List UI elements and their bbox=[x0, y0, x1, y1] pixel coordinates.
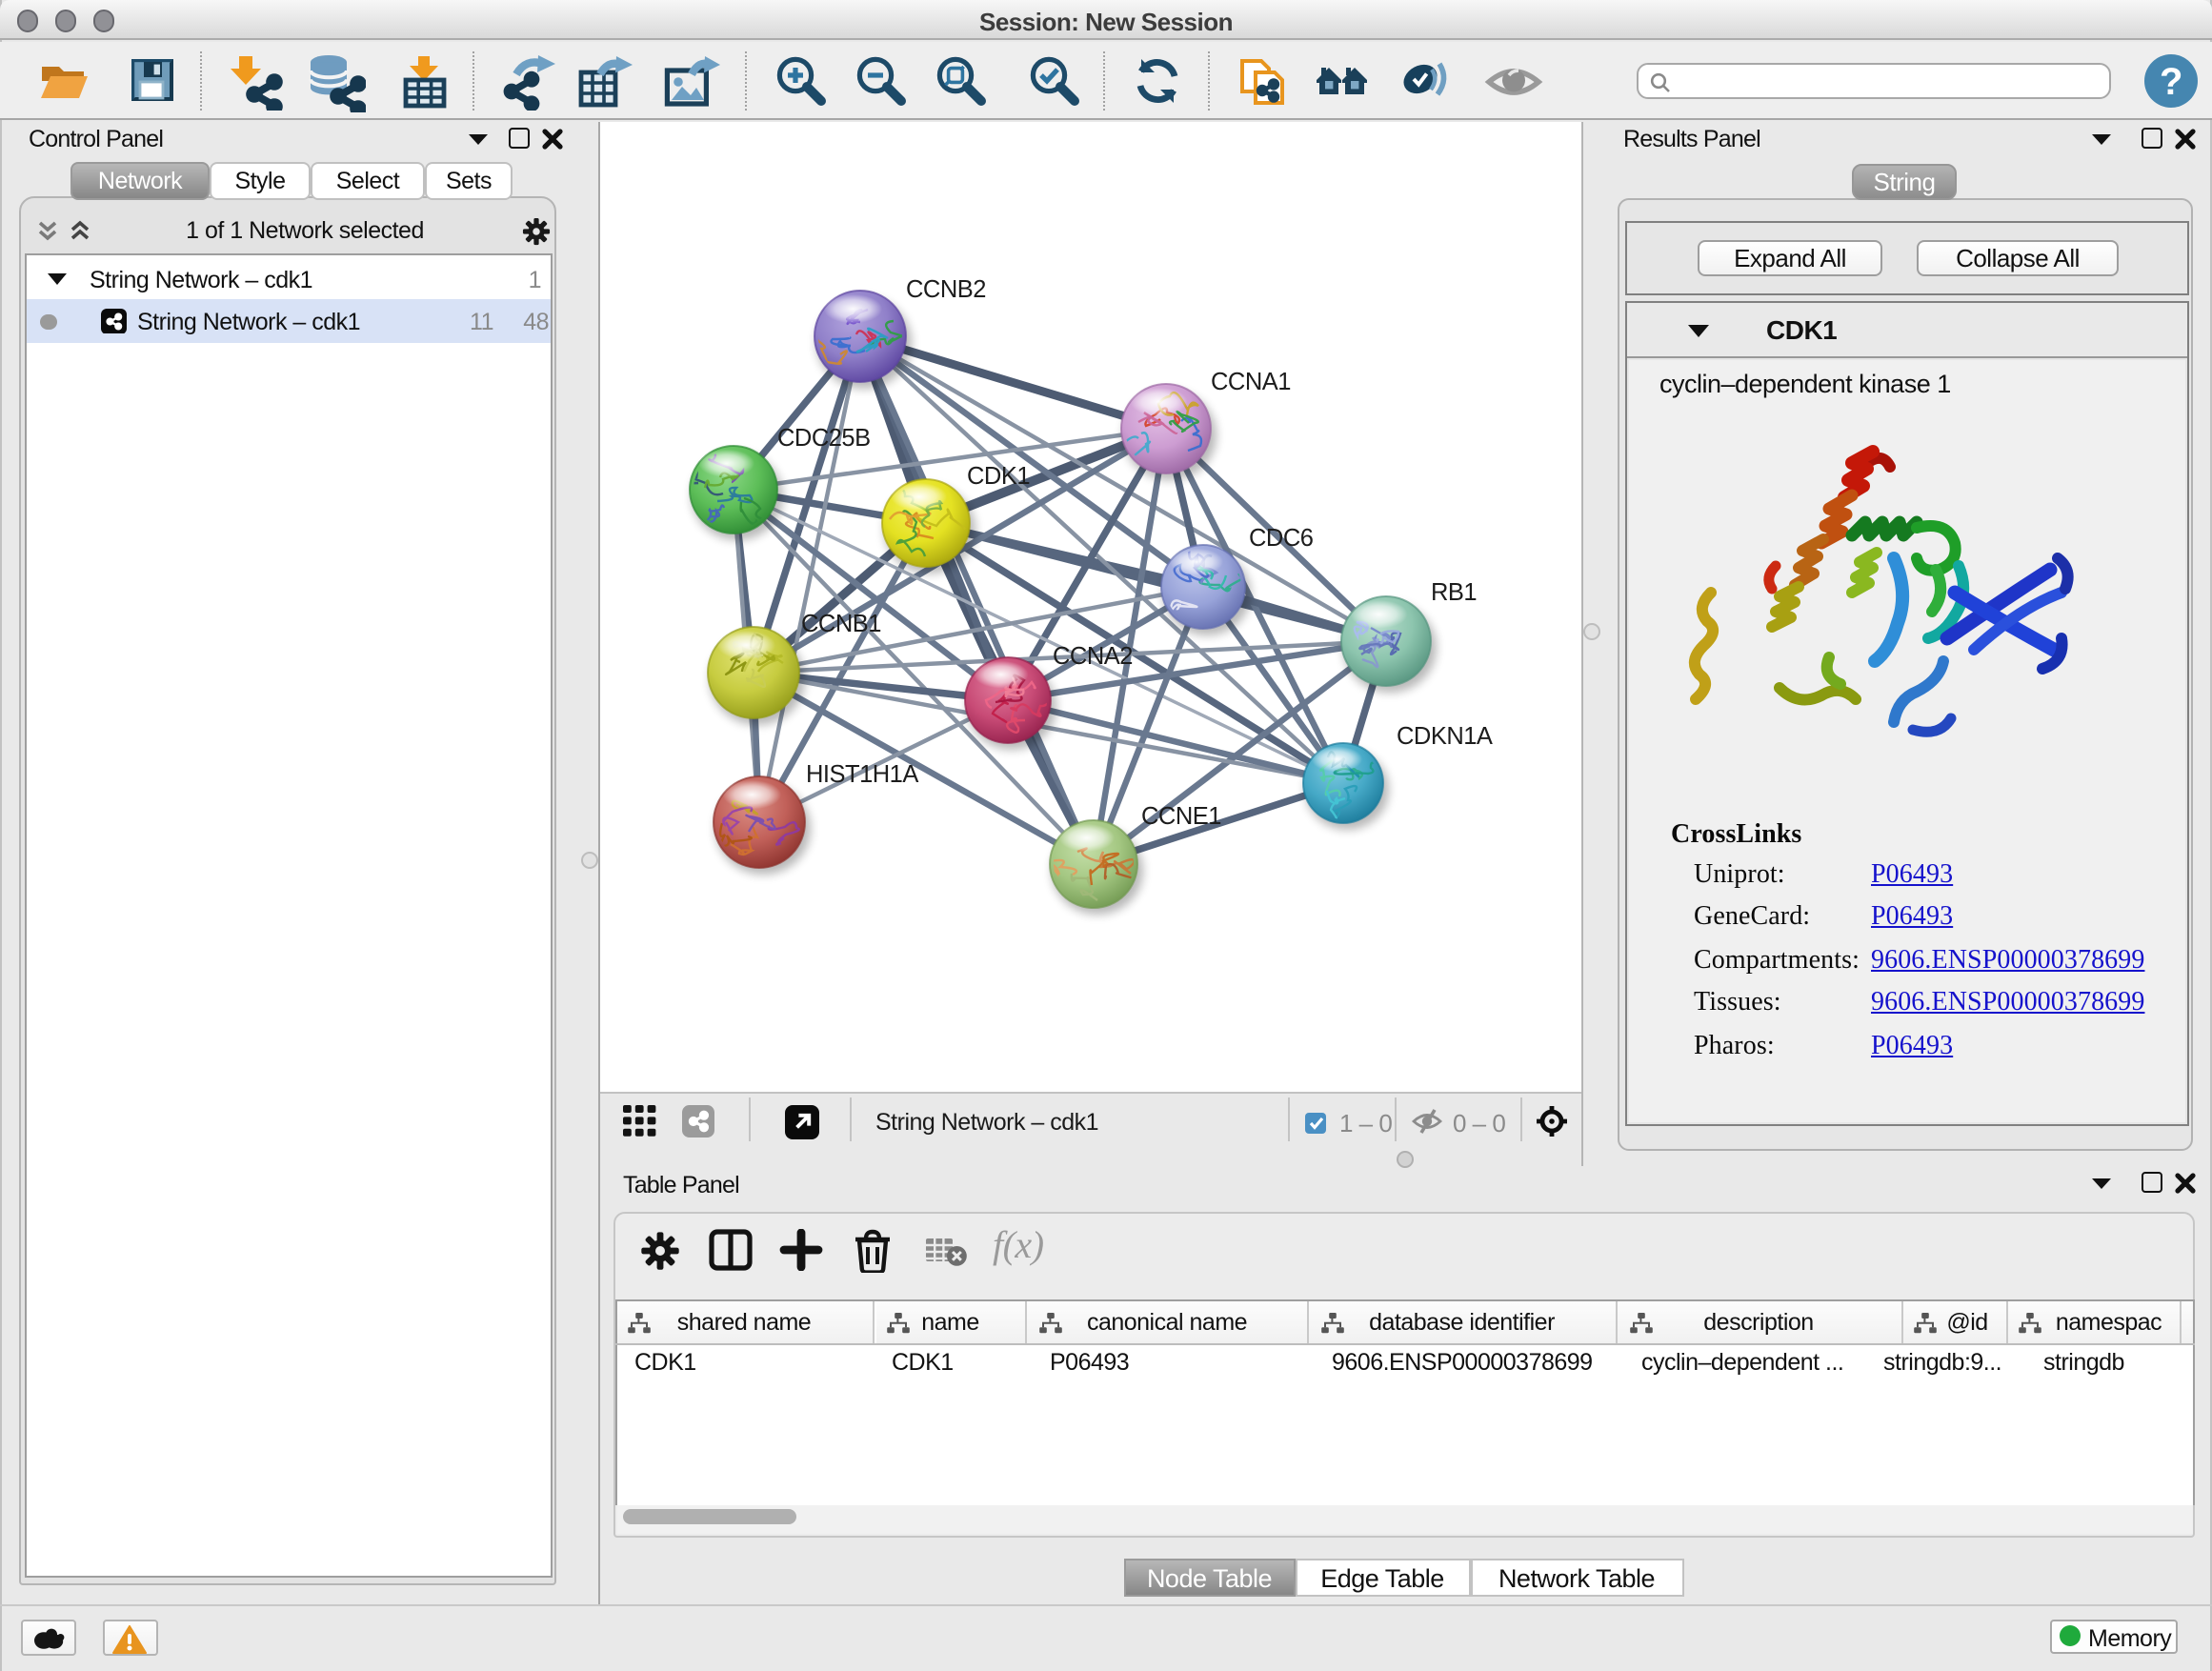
svg-text:CDK1: CDK1 bbox=[966, 462, 1029, 489]
svg-text:CCNE1: CCNE1 bbox=[1140, 802, 1220, 829]
svg-text:CDC25B: CDC25B bbox=[776, 424, 870, 451]
svg-text:CCNA1: CCNA1 bbox=[1210, 368, 1290, 394]
svg-text:CCNB2: CCNB2 bbox=[905, 275, 985, 302]
svg-text:CDKN1A: CDKN1A bbox=[1396, 722, 1492, 749]
svg-text:CCNA2: CCNA2 bbox=[1052, 642, 1132, 669]
svg-text:CDC6: CDC6 bbox=[1248, 524, 1313, 551]
svg-text:?: ? bbox=[2160, 61, 2182, 103]
svg-text:RB1: RB1 bbox=[1430, 578, 1476, 605]
svg-text:CCNB1: CCNB1 bbox=[800, 610, 880, 636]
svg-text:HIST1H1A: HIST1H1A bbox=[805, 760, 917, 787]
